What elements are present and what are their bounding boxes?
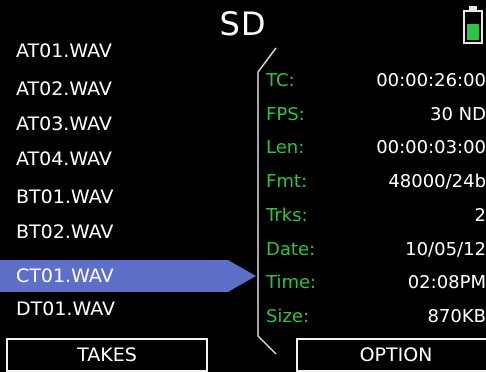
detail-value: 870KB <box>427 306 486 327</box>
detail-value: 02:08PM <box>407 272 486 293</box>
detail-row-time: Time: 02:08PM <box>266 269 486 297</box>
detail-value: 10/05/12 <box>405 239 486 260</box>
detail-value: 2 <box>474 205 486 226</box>
detail-row-fps: FPS: 30 ND <box>266 101 486 129</box>
detail-row-size: Size: 870KB <box>266 303 486 331</box>
list-item[interactable]: AT04.WAV <box>16 145 112 173</box>
detail-row-fmt: Fmt: 48000/24b <box>266 168 486 196</box>
detail-value: 30 ND <box>430 104 486 125</box>
detail-label: TC: <box>266 70 295 91</box>
detail-value: 48000/24b <box>388 171 486 192</box>
list-item[interactable]: BT01.WAV <box>16 183 113 211</box>
detail-label: Trks: <box>266 205 308 226</box>
list-item[interactable]: AT01.WAV <box>16 37 112 65</box>
selection-arrow-icon <box>228 260 256 292</box>
list-item[interactable]: AT03.WAV <box>16 110 112 138</box>
detail-label: Size: <box>266 306 310 327</box>
detail-row-tc: TC: 00:00:26:00 <box>266 67 486 95</box>
detail-row-date: Date: 10/05/12 <box>266 236 486 264</box>
detail-row-trks: Trks: 2 <box>266 202 486 230</box>
list-item[interactable]: DT01.WAV <box>16 295 115 323</box>
detail-row-len: Len: 00:00:03:00 <box>266 134 486 162</box>
list-item-selected[interactable]: CT01.WAV <box>0 260 228 292</box>
detail-label: Date: <box>266 239 316 260</box>
detail-label: Time: <box>266 272 317 293</box>
detail-label: Fmt: <box>266 171 308 192</box>
list-item[interactable]: AT02.WAV <box>16 75 112 103</box>
list-item[interactable]: BT02.WAV <box>16 218 113 246</box>
detail-label: FPS: <box>266 104 305 125</box>
detail-value: 00:00:03:00 <box>376 137 486 158</box>
detail-value: 00:00:26:00 <box>376 70 486 91</box>
detail-label: Len: <box>266 137 305 158</box>
